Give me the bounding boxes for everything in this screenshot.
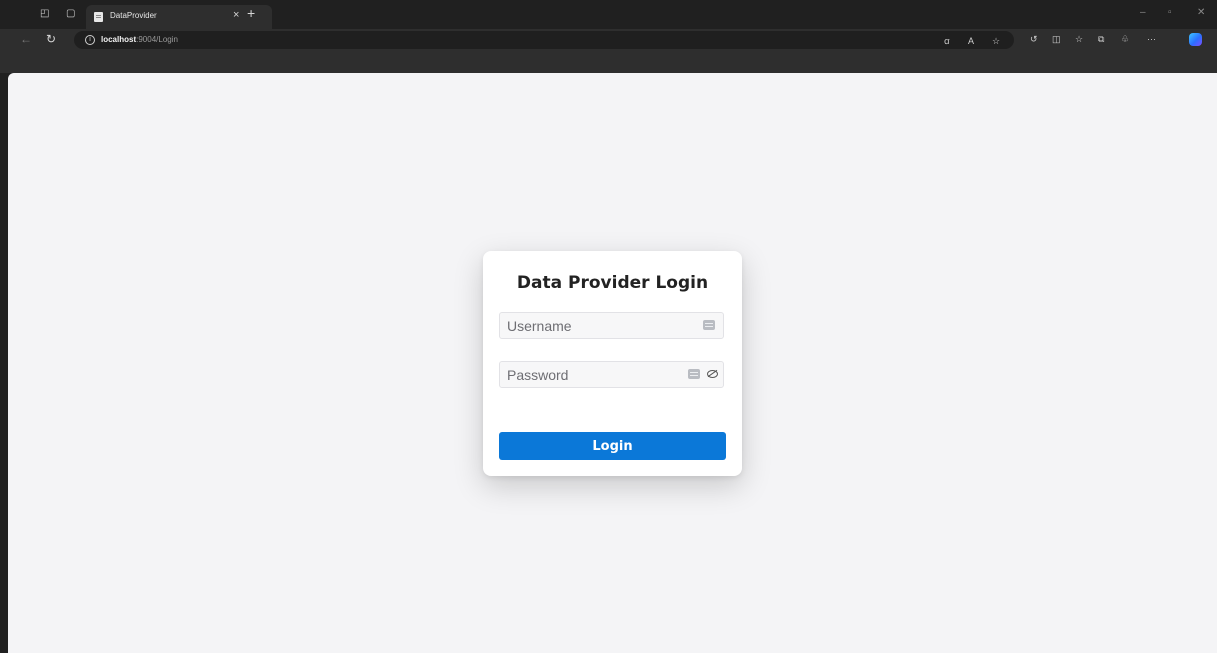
keyboard-icon[interactable] <box>703 320 715 330</box>
collections-icon[interactable]: ⧉ <box>1098 34 1104 44</box>
page-viewport: Data Provider Login Login <box>8 73 1217 653</box>
favorite-star-icon[interactable]: ☆ <box>992 36 1000 46</box>
copilot-icon[interactable] <box>1189 33 1202 46</box>
browser-toolbar-spacer <box>0 51 1217 73</box>
tab-title: DataProvider <box>110 11 157 20</box>
address-url[interactable]: localhost:9004/Login <box>101 35 178 44</box>
url-host: localhost <box>101 35 137 44</box>
workspaces-icon[interactable]: ◰ <box>40 9 50 19</box>
username-input[interactable] <box>500 313 687 338</box>
username-field[interactable] <box>499 312 724 339</box>
extensions-icon[interactable]: ♧ <box>1121 34 1129 44</box>
url-path: :9004/Login <box>136 35 178 44</box>
tab-actions-icon[interactable]: ▢ <box>66 9 76 19</box>
browser-titlebar: ◰ ▢ DataProvider × + – ▫ ✕ <box>0 0 1217 29</box>
eye-slash-icon[interactable] <box>707 370 718 378</box>
split-screen-icon[interactable]: ◫ <box>1052 34 1061 44</box>
password-field[interactable] <box>499 361 724 388</box>
keyboard-icon[interactable] <box>688 369 700 379</box>
read-aloud-icon[interactable]: ꭤ <box>944 36 950 46</box>
minimize-button[interactable]: – <box>1140 7 1146 18</box>
restore-button[interactable]: ▫ <box>1168 7 1172 18</box>
browser-tab[interactable]: DataProvider × <box>86 5 272 29</box>
address-bar[interactable]: i localhost:9004/Login ꭤ A ☆ <box>74 31 1014 49</box>
more-icon[interactable]: ··· <box>1147 34 1156 44</box>
site-info-icon[interactable]: i <box>85 35 95 45</box>
favorites-icon[interactable]: ☆ <box>1075 34 1083 44</box>
aa-text-icon[interactable]: A <box>968 36 974 46</box>
login-card: Data Provider Login Login <box>483 251 742 476</box>
new-tab-button[interactable]: + <box>247 6 255 20</box>
back-arrow-icon[interactable]: ← <box>20 33 32 45</box>
browser-toolbar: ← ↻ i localhost:9004/Login ꭤ A ☆ ↺ ◫ ☆ ⧉… <box>0 29 1217 51</box>
login-title: Data Provider Login <box>516 273 709 293</box>
login-button[interactable]: Login <box>499 432 726 460</box>
page-favicon-icon <box>94 12 103 22</box>
close-window-button[interactable]: ✕ <box>1197 7 1205 18</box>
password-input[interactable] <box>500 362 687 387</box>
refresh-extension-icon[interactable]: ↺ <box>1030 34 1038 44</box>
refresh-icon[interactable]: ↻ <box>46 33 56 45</box>
tab-close-icon[interactable]: × <box>233 9 239 21</box>
